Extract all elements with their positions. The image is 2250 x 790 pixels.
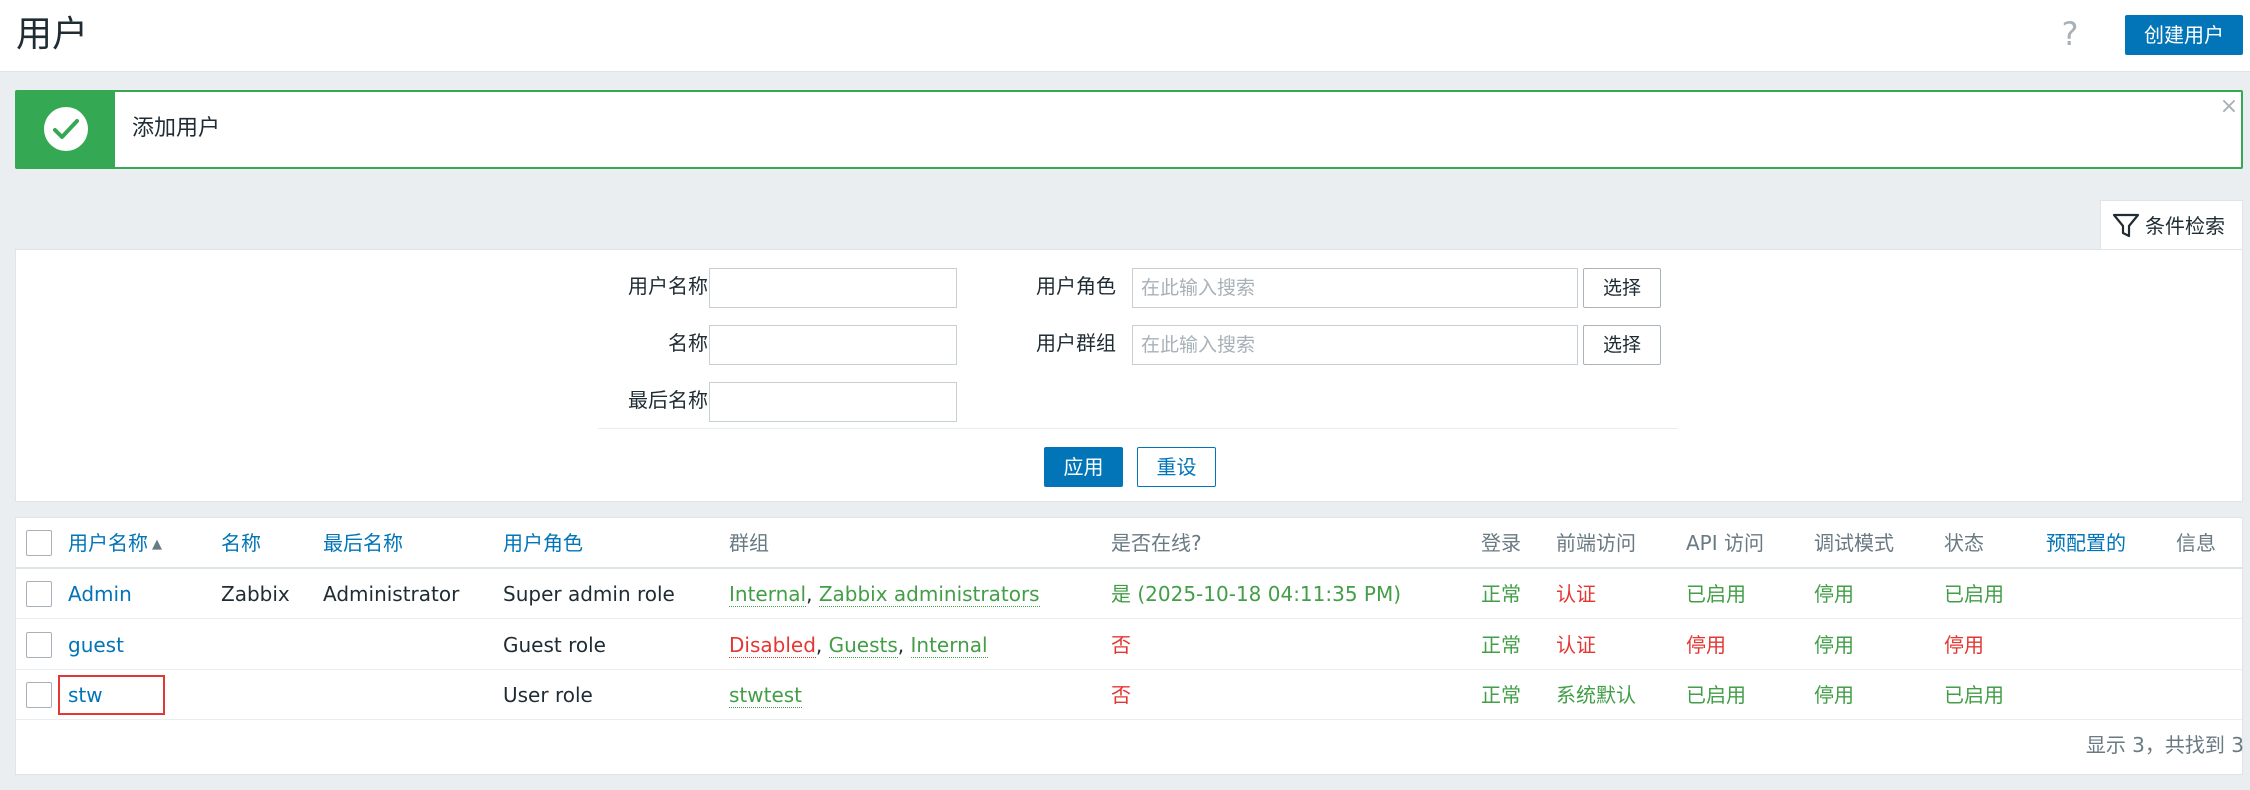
user-status: 停用 xyxy=(1944,633,1984,657)
page-header: 用户 ? 创建用户 xyxy=(0,0,2250,72)
username-filter-label: 用户名称 xyxy=(628,274,708,298)
frontend-access: 认证 xyxy=(1556,633,1596,657)
api-access: 已启用 xyxy=(1686,683,1746,707)
online-status: 否 xyxy=(1111,683,1131,707)
frontend-access: 认证 xyxy=(1556,582,1596,606)
column-header-status: 状态 xyxy=(1944,531,1984,555)
debug-mode: 停用 xyxy=(1814,683,1854,707)
groups-cell: Disabled, Guests, Internal xyxy=(729,633,988,658)
help-icon[interactable]: ? xyxy=(2055,14,2085,54)
reset-button[interactable]: 重设 xyxy=(1137,447,1216,487)
group-link[interactable]: Internal xyxy=(729,582,807,607)
name-cell: Zabbix xyxy=(221,582,290,606)
lastname-filter-input[interactable] xyxy=(709,382,957,422)
frontend-access: 系统默认 xyxy=(1556,683,1636,707)
group-filter-label: 用户群组 xyxy=(1036,331,1116,355)
role-cell: User role xyxy=(503,683,593,707)
column-header-name[interactable]: 名称 xyxy=(221,528,261,558)
column-header-online: 是否在线? xyxy=(1111,531,1202,555)
user-status: 已启用 xyxy=(1944,582,2004,606)
role-filter-input[interactable] xyxy=(1132,268,1578,308)
create-user-button[interactable]: 创建用户 xyxy=(2125,15,2243,55)
filter-divider xyxy=(598,428,1678,429)
column-header-debug: 调试模式 xyxy=(1814,531,1894,555)
column-header-groups: 群组 xyxy=(729,531,769,555)
filter-panel: 用户名称 名称 最后名称 用户角色 选择 用户群组 选择 应用 重设 xyxy=(15,249,2243,502)
lastname-filter-label: 最后名称 xyxy=(628,388,708,412)
column-header-api: API 访问 xyxy=(1686,531,1764,555)
group-link[interactable]: Internal xyxy=(910,633,988,658)
debug-mode: 停用 xyxy=(1814,633,1854,657)
online-status: 是 (2025-10-18 04:11:35 PM) xyxy=(1111,582,1402,606)
group-select-button[interactable]: 选择 xyxy=(1583,325,1661,365)
apply-button[interactable]: 应用 xyxy=(1044,447,1123,487)
filter-icon xyxy=(2112,213,2140,238)
group-link[interactable]: Guests xyxy=(828,633,898,658)
column-header-info: 信息 xyxy=(2176,531,2216,555)
row-checkbox[interactable] xyxy=(26,632,52,658)
sort-asc-icon: ▲ xyxy=(152,536,162,552)
login-status: 正常 xyxy=(1481,633,1521,657)
role-filter-label: 用户角色 xyxy=(1036,274,1116,298)
row-checkbox[interactable] xyxy=(26,682,52,708)
filter-tab-label: 条件检索 xyxy=(2145,214,2225,238)
name-filter-input[interactable] xyxy=(709,325,957,365)
check-circle-icon xyxy=(44,107,88,151)
role-cell: Guest role xyxy=(503,633,606,657)
success-message: 添加用户 × xyxy=(15,90,2243,169)
login-status: 正常 xyxy=(1481,683,1521,707)
name-filter-label: 名称 xyxy=(668,331,708,355)
highlight-box xyxy=(58,675,165,715)
groups-cell: stwtest xyxy=(729,680,803,710)
login-status: 正常 xyxy=(1481,582,1521,606)
debug-mode: 停用 xyxy=(1814,582,1854,606)
table-row: Admin Zabbix Administrator Super admin r… xyxy=(16,569,2242,619)
column-header-provisioned[interactable]: 预配置的 xyxy=(2046,528,2126,558)
groups-cell: Internal, Zabbix administrators xyxy=(729,582,1040,607)
table-footer-count: 显示 3，共找到 3 xyxy=(2085,733,2244,757)
api-access: 已启用 xyxy=(1686,582,1746,606)
alert-text: 添加用户 xyxy=(132,116,221,141)
role-select-button[interactable]: 选择 xyxy=(1583,268,1661,308)
table-row: stw User role stwtest 否 正常 系统默认 已启用 停用 已… xyxy=(16,670,2242,720)
users-table: 用户名称 ▲ 名称 最后名称 用户角色 群组 是否在线? 登录 前端访问 API … xyxy=(15,517,2244,775)
page-title: 用户 xyxy=(16,14,89,55)
close-icon[interactable]: × xyxy=(2218,94,2240,120)
column-header-frontend: 前端访问 xyxy=(1556,531,1636,555)
group-filter-input[interactable] xyxy=(1132,325,1578,365)
api-access: 停用 xyxy=(1686,633,1726,657)
column-header-lastname[interactable]: 最后名称 xyxy=(323,528,403,558)
lastname-cell: Administrator xyxy=(323,582,460,606)
row-checkbox[interactable] xyxy=(26,581,52,607)
column-header-role[interactable]: 用户角色 xyxy=(503,528,583,558)
role-cell: Super admin role xyxy=(503,582,675,606)
group-link[interactable]: Disabled xyxy=(729,633,816,658)
filter-tab[interactable]: 条件检索 xyxy=(2100,200,2243,250)
select-all-checkbox[interactable] xyxy=(26,530,52,556)
column-header-login: 登录 xyxy=(1481,531,1521,555)
username-link[interactable]: guest xyxy=(68,630,124,660)
column-header-username[interactable]: 用户名称 ▲ xyxy=(68,528,162,560)
username-filter-input[interactable] xyxy=(709,268,957,308)
user-status: 已启用 xyxy=(1944,683,2004,707)
group-link[interactable]: Zabbix administrators xyxy=(818,582,1040,607)
online-status: 否 xyxy=(1111,633,1131,657)
username-link[interactable]: Admin xyxy=(68,579,132,609)
alert-icon-box xyxy=(17,92,115,167)
group-link[interactable]: stwtest xyxy=(729,683,803,708)
table-header: 用户名称 ▲ 名称 最后名称 用户角色 群组 是否在线? 登录 前端访问 API … xyxy=(16,518,2242,569)
table-row: guest Guest role Disabled, Guests, Inter… xyxy=(16,620,2242,670)
